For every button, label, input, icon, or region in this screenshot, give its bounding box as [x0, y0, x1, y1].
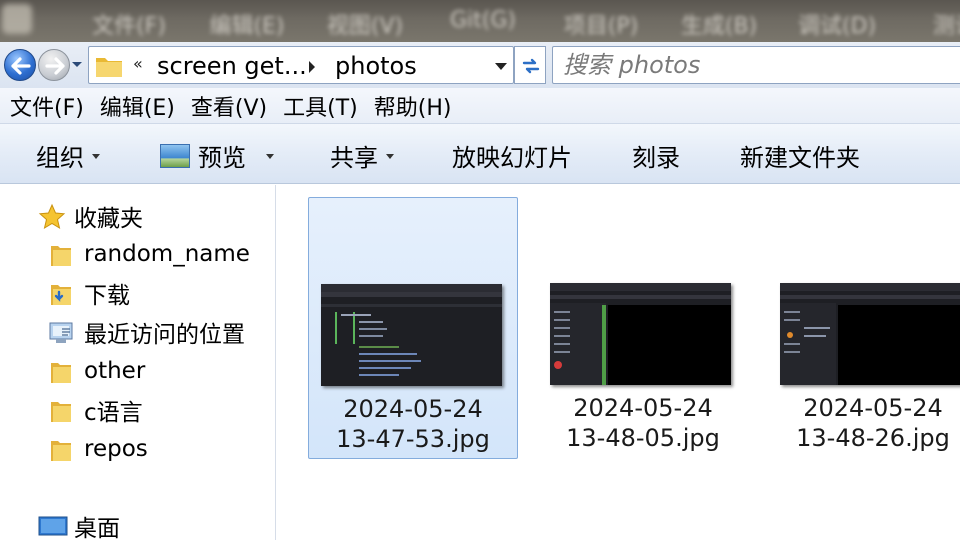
address-history-dropdown[interactable]	[495, 63, 507, 70]
file-list: 2024-05-24 13-47-53.jpg 2024-05-24 13-48…	[277, 185, 960, 540]
forward-button[interactable]	[38, 49, 70, 81]
bg-menu-item: 视图(V)	[326, 14, 404, 39]
folder-icon	[48, 241, 74, 267]
file-name-line: 13-47-53.jpg	[336, 425, 490, 453]
nav-item-other[interactable]: other	[48, 354, 145, 388]
dropdown-arrow-icon	[386, 154, 394, 159]
title-bar: 文件(F) 编辑(E) 视图(V) Git(G) 项目(P) 生成(B) 调试(…	[0, 0, 960, 42]
file-thumbnail	[550, 283, 731, 385]
menu-tools[interactable]: 工具(T)	[281, 90, 366, 122]
file-name: 2024-05-24 13-47-53.jpg	[309, 394, 517, 454]
file-tile[interactable]: 2024-05-24 13-48-26.jpg	[768, 197, 960, 459]
nav-label: random_name	[84, 241, 250, 267]
burn-button[interactable]: 刻录	[632, 138, 680, 173]
slideshow-label: 放映幻灯片	[452, 144, 572, 172]
file-name-line: 2024-05-24	[803, 394, 943, 422]
bg-menu-item: 文件(F)	[92, 14, 166, 39]
menu-bar: 文件(F) 编辑(E) 查看(V) 工具(T) 帮助(H)	[0, 88, 960, 124]
nav-favorites[interactable]: 收藏夹	[38, 199, 143, 233]
bg-menu-item: Git(G)	[450, 8, 516, 33]
new-folder-button[interactable]: 新建文件夹	[740, 138, 860, 173]
back-button[interactable]	[4, 49, 36, 81]
breadcrumb-separator-arrow[interactable]	[309, 61, 315, 73]
nav-label: c语言	[84, 400, 143, 426]
file-name: 2024-05-24 13-48-05.jpg	[538, 393, 748, 453]
slideshow-button[interactable]: 放映幻灯片	[452, 138, 572, 173]
new-folder-label: 新建文件夹	[740, 144, 860, 172]
desktop-icon	[38, 513, 68, 539]
arrow-left-icon	[11, 57, 31, 75]
star-icon	[38, 203, 66, 230]
bg-menu-item: 生成(B)	[680, 14, 758, 39]
folder-icon	[48, 436, 74, 462]
nav-item-random-name[interactable]: random_name	[48, 237, 250, 271]
nav-desktop[interactable]: 桌面	[38, 509, 120, 540]
file-name: 2024-05-24 13-48-26.jpg	[768, 393, 960, 453]
file-name-line: 2024-05-24	[343, 395, 483, 423]
folder-icon	[96, 58, 122, 77]
nav-label: 下载	[84, 283, 130, 309]
file-thumbnail	[780, 283, 960, 385]
nav-item-downloads[interactable]: 下载	[48, 276, 130, 310]
bg-menu-item: 测试	[932, 14, 960, 39]
breadcrumb-current[interactable]: photos	[335, 52, 417, 80]
bg-menu-item: 调试(D)	[797, 14, 877, 39]
address-bar[interactable]: « screen get... photos	[88, 46, 514, 84]
recent-places-icon	[48, 319, 74, 345]
menu-file[interactable]: 文件(F)	[8, 90, 92, 122]
arrow-right-icon	[45, 57, 65, 75]
background-app-menu: 文件(F) 编辑(E) 视图(V) Git(G) 项目(P) 生成(B) 调试(…	[0, 8, 960, 40]
nav-label: 最近访问的位置	[84, 322, 245, 348]
search-box[interactable]	[552, 46, 960, 84]
nav-label: other	[84, 358, 146, 384]
command-toolbar: 组织 预览 共享 放映幻灯片 刻录 新建文件夹	[0, 124, 960, 184]
folder-icon	[48, 397, 74, 423]
menu-help[interactable]: 帮助(H)	[372, 90, 460, 122]
recent-pages-dropdown[interactable]	[72, 62, 82, 67]
nav-label: 桌面	[74, 516, 120, 540]
file-thumbnail	[321, 284, 502, 386]
picture-icon	[160, 143, 190, 168]
download-folder-icon	[48, 280, 74, 306]
nav-label: 收藏夹	[74, 206, 143, 232]
file-name-line: 13-48-26.jpg	[796, 424, 950, 452]
navigation-pane: 收藏夹 random_name 下载 最近访问的位置 other c语言 rep…	[0, 185, 276, 540]
nav-item-c-language[interactable]: c语言	[48, 393, 143, 427]
share-button[interactable]: 共享	[330, 138, 394, 173]
nav-item-recent-places[interactable]: 最近访问的位置	[48, 315, 245, 349]
menu-view[interactable]: 查看(V)	[189, 90, 275, 122]
share-label: 共享	[330, 144, 378, 172]
search-input[interactable]	[563, 49, 960, 81]
refresh-icon	[522, 58, 540, 74]
breadcrumb-overflow-chevron[interactable]: «	[133, 54, 143, 73]
organize-label: 组织	[36, 144, 84, 172]
dropdown-arrow-icon	[92, 154, 100, 159]
dropdown-arrow-icon	[266, 154, 274, 159]
burn-label: 刻录	[632, 144, 680, 172]
file-name-line: 13-48-05.jpg	[566, 424, 720, 452]
nav-item-repos[interactable]: repos	[48, 432, 148, 466]
file-name-line: 2024-05-24	[573, 394, 713, 422]
address-row: « screen get... photos	[0, 42, 960, 88]
preview-label: 预览	[198, 144, 246, 172]
file-tile[interactable]: 2024-05-24 13-48-05.jpg	[538, 197, 748, 459]
bg-menu-item: 项目(P)	[563, 14, 639, 39]
nav-label: repos	[84, 436, 148, 462]
bg-menu-item: 编辑(E)	[209, 14, 285, 39]
menu-edit[interactable]: 编辑(E)	[98, 90, 183, 122]
preview-button[interactable]: 预览	[160, 138, 274, 173]
file-tile[interactable]: 2024-05-24 13-47-53.jpg	[308, 197, 518, 459]
organize-button[interactable]: 组织	[36, 138, 100, 173]
refresh-button[interactable]	[514, 46, 546, 84]
folder-icon	[48, 358, 74, 384]
breadcrumb-parent[interactable]: screen get...	[157, 52, 307, 80]
